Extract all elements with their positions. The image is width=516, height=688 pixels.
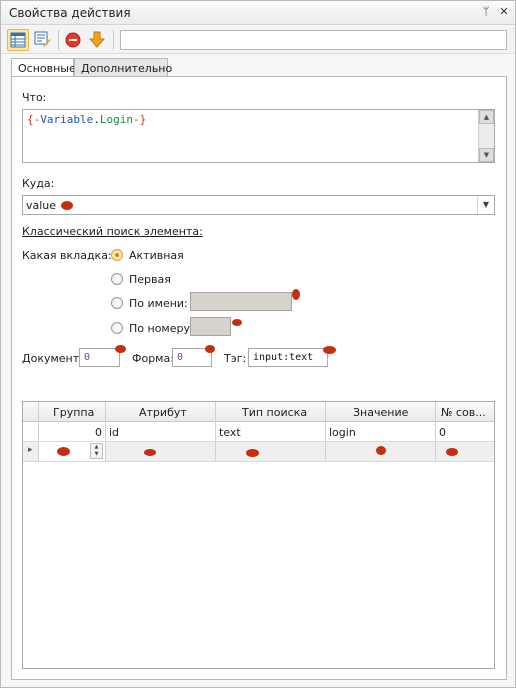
pin-icon[interactable]: ᛘ bbox=[479, 5, 493, 19]
grid-header: Группа Атрибут Тип поиска Значение № сов… bbox=[23, 402, 494, 422]
cell-text: 0 bbox=[439, 426, 446, 439]
redaction-mark bbox=[246, 449, 259, 457]
column-header-label: № сов... bbox=[441, 406, 486, 419]
tab-main[interactable]: Основные bbox=[11, 58, 76, 78]
cell-text: text bbox=[219, 426, 241, 439]
action-properties-window: Свойства действия ᛘ ✕ Основные Дополните… bbox=[0, 0, 516, 688]
window-title: Свойства действия bbox=[9, 6, 131, 20]
redaction-mark bbox=[57, 447, 70, 456]
stepper-icon[interactable]: ▲ ▼ bbox=[90, 443, 103, 459]
radio-first-label: Первая bbox=[129, 273, 171, 286]
cell-text: 0 bbox=[95, 426, 102, 439]
kuda-dropdown[interactable]: value ▼ bbox=[22, 195, 495, 215]
title-bar: Свойства действия ᛘ ✕ bbox=[1, 1, 515, 25]
column-header-attribute[interactable]: Атрибут bbox=[106, 402, 216, 421]
close-icon[interactable]: ✕ bbox=[497, 5, 511, 19]
column-header-search-type[interactable]: Тип поиска bbox=[216, 402, 326, 421]
radio-active[interactable] bbox=[111, 249, 123, 261]
redaction-mark bbox=[292, 289, 300, 300]
column-header-label: Атрибут bbox=[139, 406, 187, 419]
table-icon bbox=[10, 32, 26, 48]
row-indicator: ▸ bbox=[23, 442, 39, 461]
new-row[interactable]: ▸ ▲ ▼ bbox=[23, 442, 494, 462]
redaction-mark bbox=[61, 201, 73, 210]
column-header-group[interactable]: Группа bbox=[39, 402, 106, 421]
chto-scrollbar[interactable]: ▲ ▼ bbox=[478, 110, 494, 162]
form-label: Форма: bbox=[132, 352, 174, 365]
scroll-up-icon[interactable]: ▲ bbox=[479, 110, 494, 124]
toolbar-text-field[interactable] bbox=[120, 30, 507, 50]
kuda-value: value bbox=[26, 199, 57, 212]
redaction-mark bbox=[376, 446, 386, 455]
chto-value: {-Variable.Login-} bbox=[27, 113, 146, 126]
section-title: Классический поиск элемента: bbox=[22, 225, 203, 238]
radio-first[interactable] bbox=[111, 273, 123, 285]
tab-additional[interactable]: Дополнительно bbox=[74, 58, 172, 77]
cell-search-type[interactable]: text bbox=[216, 422, 326, 441]
radio-by-name[interactable] bbox=[111, 297, 123, 309]
table-view-button[interactable] bbox=[7, 29, 29, 51]
code-brace-close: -} bbox=[132, 113, 147, 126]
move-down-button[interactable] bbox=[87, 29, 109, 51]
chto-label: Что: bbox=[22, 91, 47, 104]
cell-group-editor[interactable]: ▲ ▼ bbox=[39, 442, 106, 461]
redaction-mark bbox=[232, 319, 242, 326]
toolbar-separator bbox=[58, 30, 59, 50]
code-variable: Variable bbox=[40, 113, 94, 126]
tag-label: Тэг: bbox=[224, 352, 247, 365]
redaction-mark bbox=[205, 345, 215, 353]
column-header-label: Группа bbox=[53, 406, 95, 419]
edit-list-icon bbox=[34, 31, 51, 47]
row-indicator bbox=[23, 422, 39, 441]
by-name-field[interactable] bbox=[190, 292, 292, 311]
column-header-match-number[interactable]: № сов... bbox=[436, 402, 494, 421]
redaction-mark bbox=[446, 448, 458, 456]
stop-icon bbox=[65, 32, 81, 48]
new-row-marker-icon: ▸ bbox=[28, 445, 33, 455]
redaction-mark bbox=[115, 345, 126, 353]
kuda-label: Куда: bbox=[22, 177, 55, 190]
cell-value[interactable] bbox=[326, 442, 436, 461]
cell-attribute[interactable] bbox=[106, 442, 216, 461]
cell-attribute[interactable]: id bbox=[106, 422, 216, 441]
main-tab-panel: Что: {-Variable.Login-} ▲ ▼ Куда: value … bbox=[11, 76, 507, 680]
toolbar bbox=[1, 26, 515, 54]
redaction-mark bbox=[144, 449, 156, 456]
document-field[interactable]: 0 bbox=[79, 348, 120, 367]
chevron-down-icon[interactable]: ▼ bbox=[477, 196, 494, 214]
which-tab-label: Какая вкладка: bbox=[22, 249, 112, 262]
radio-by-name-label: По имени: bbox=[129, 297, 188, 310]
cell-match-number[interactable]: 0 bbox=[436, 422, 494, 441]
radio-by-number[interactable] bbox=[111, 322, 123, 334]
code-login: Login bbox=[99, 113, 133, 126]
column-header-label: Тип поиска bbox=[242, 406, 308, 419]
arrow-down-icon bbox=[88, 31, 106, 48]
column-header-value[interactable]: Значение bbox=[326, 402, 436, 421]
edit-list-button[interactable] bbox=[32, 29, 54, 51]
by-number-field[interactable] bbox=[190, 317, 231, 336]
cell-text: login bbox=[329, 426, 356, 439]
cell-text: id bbox=[109, 426, 120, 439]
table-row[interactable]: 0 id text login 0 bbox=[23, 422, 494, 442]
redaction-mark bbox=[323, 346, 336, 354]
radio-by-number-label: По номеру: bbox=[129, 322, 194, 335]
column-header-label: Значение bbox=[353, 406, 409, 419]
attributes-grid: Группа Атрибут Тип поиска Значение № сов… bbox=[22, 401, 495, 669]
grid-indicator-header bbox=[23, 402, 39, 421]
stop-button[interactable] bbox=[63, 29, 85, 51]
cell-value[interactable]: login bbox=[326, 422, 436, 441]
document-label: Документ: bbox=[22, 352, 83, 365]
cell-match-number[interactable] bbox=[436, 442, 494, 461]
radio-active-label: Активная bbox=[129, 249, 184, 262]
scroll-down-icon[interactable]: ▼ bbox=[479, 148, 494, 162]
cell-group[interactable]: 0 bbox=[39, 422, 106, 441]
cell-search-type[interactable] bbox=[216, 442, 326, 461]
chto-textarea[interactable]: {-Variable.Login-} ▲ ▼ bbox=[22, 109, 495, 163]
code-brace-open: {- bbox=[27, 113, 41, 126]
code-dot: . bbox=[93, 113, 100, 126]
toolbar-separator bbox=[113, 30, 114, 50]
tag-field[interactable]: input:text bbox=[248, 348, 328, 367]
